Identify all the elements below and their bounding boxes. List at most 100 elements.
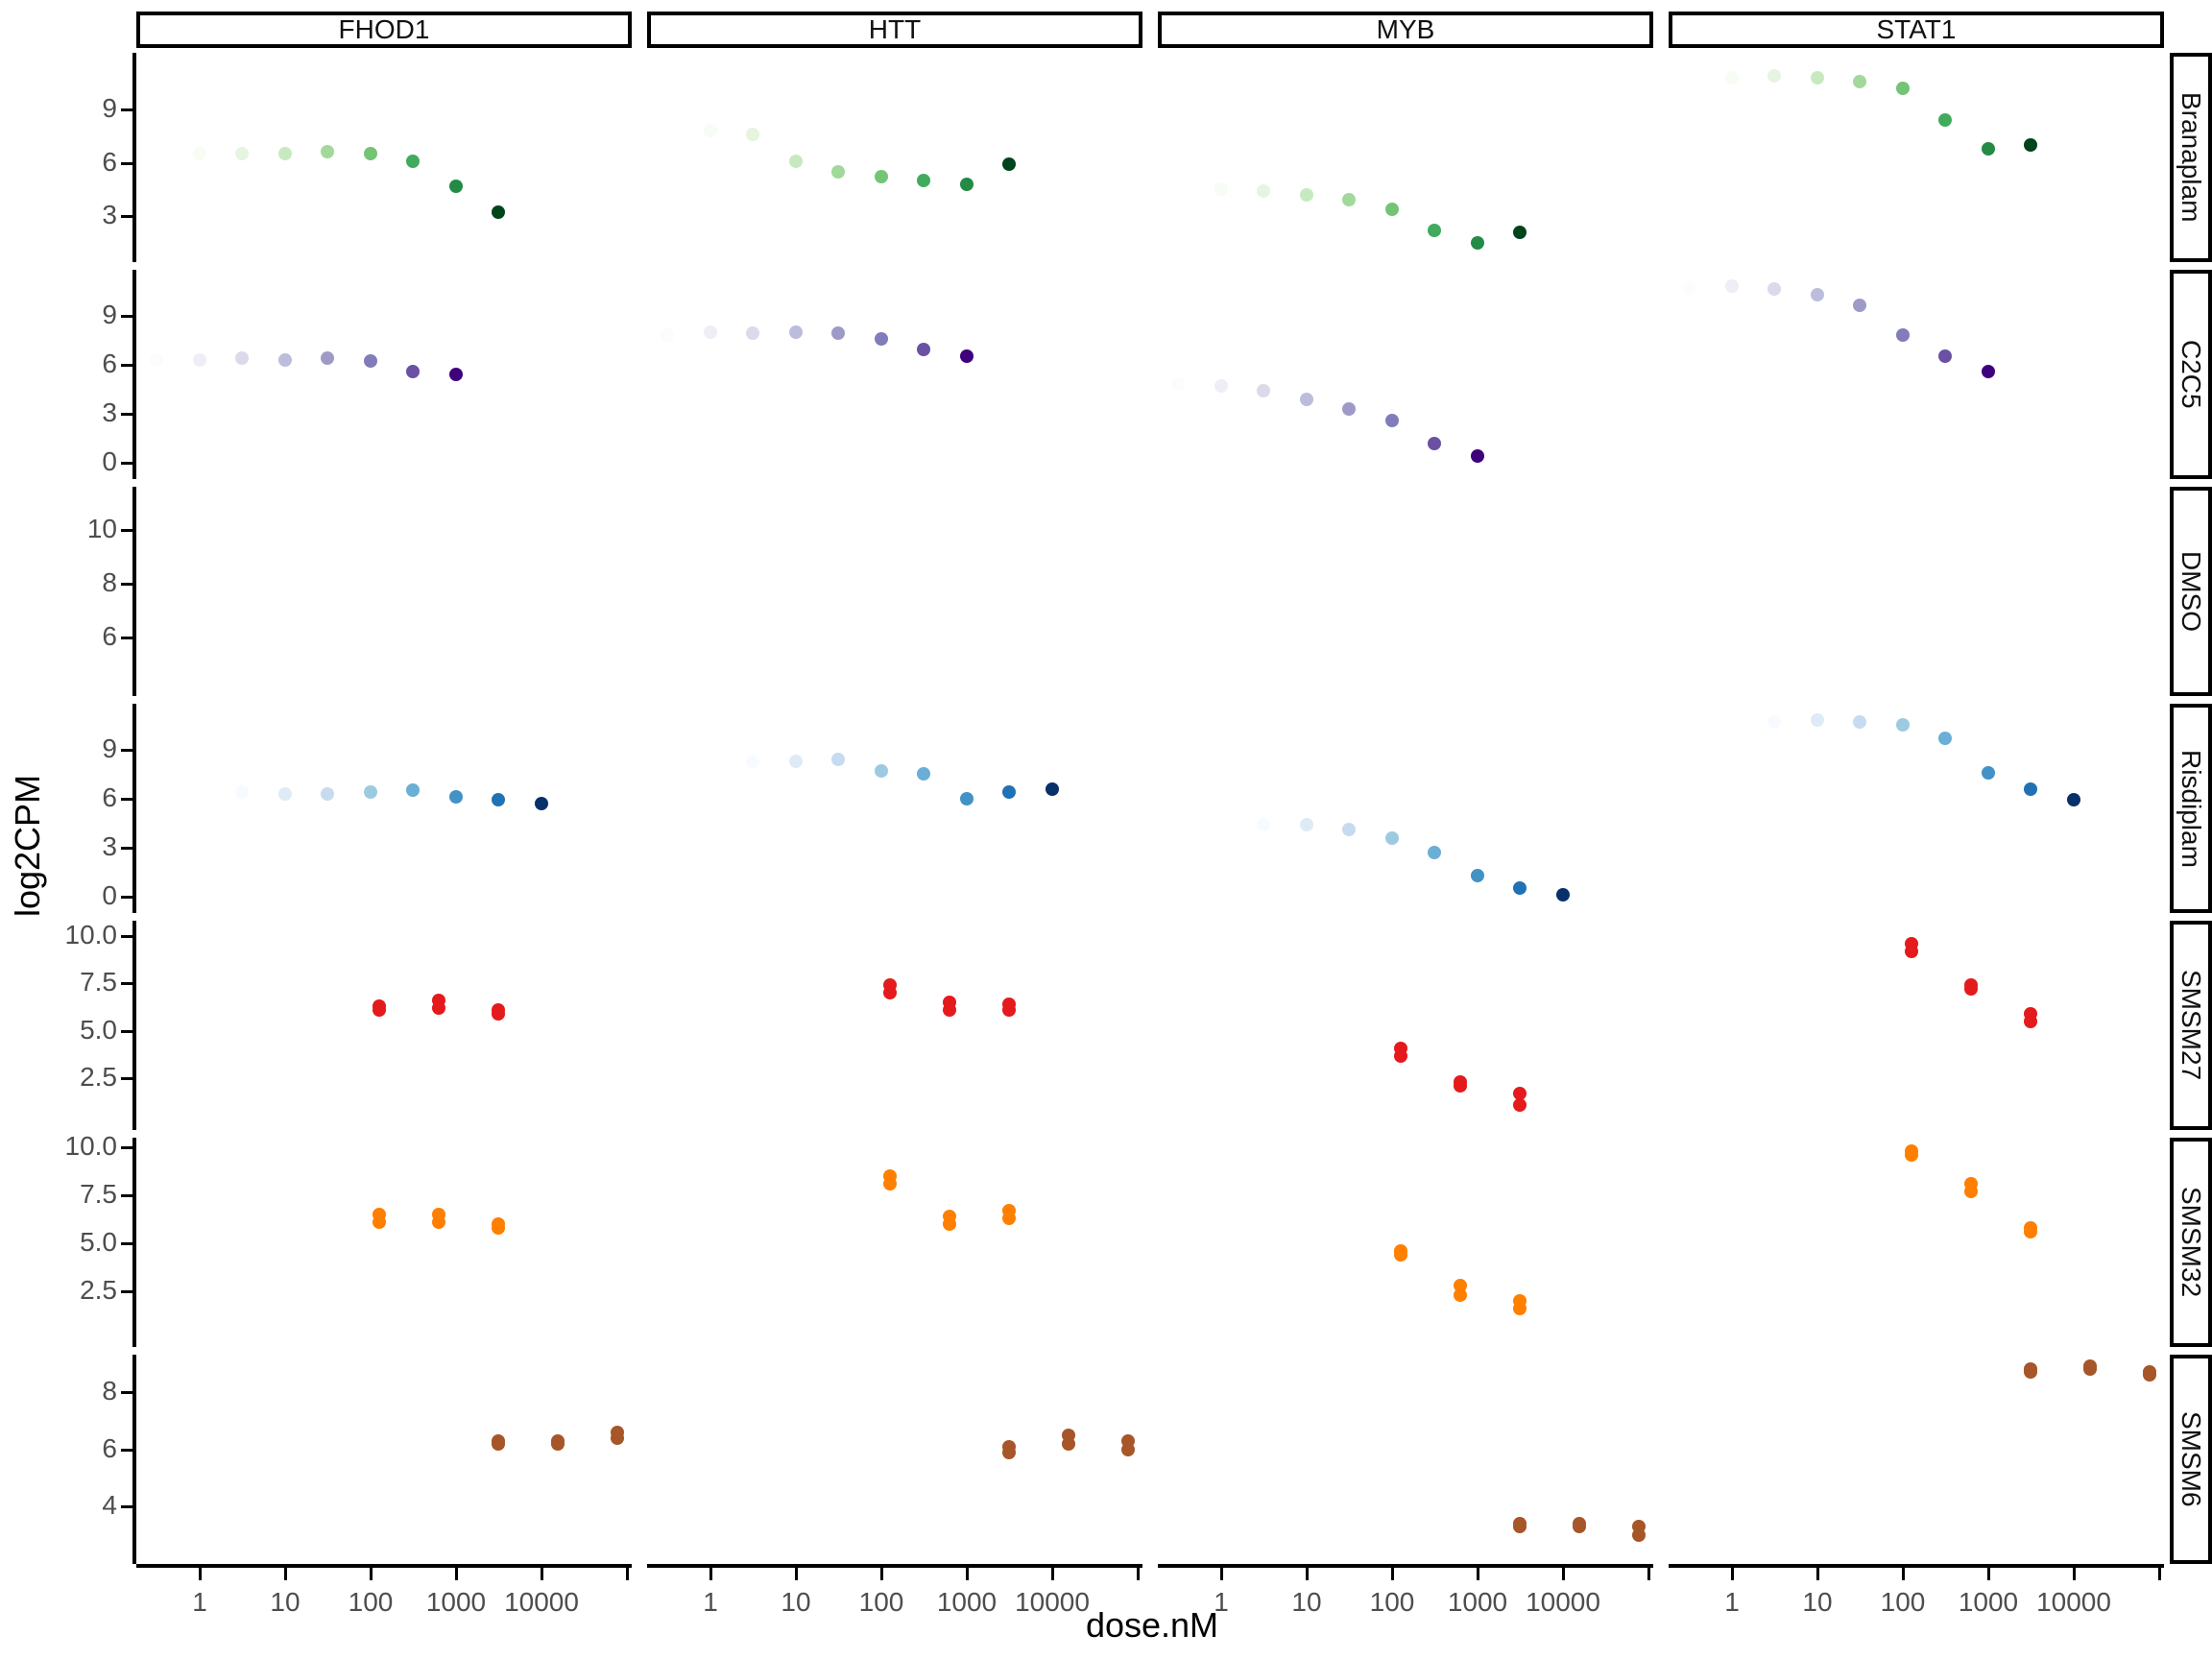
data-point [1257,184,1270,198]
y-axis-tick-label: 0 [40,880,117,911]
x-axis-tick [626,1568,629,1580]
data-point [1905,937,1918,950]
x-axis-tick-label: 10000 [465,1587,618,1618]
data-point [1385,414,1399,427]
facet-row-strip-risdiplam: Risdiplam [2170,704,2212,913]
data-point [1300,393,1313,406]
data-point [883,1169,897,1183]
x-axis-tick [1051,1568,1054,1580]
panel-myb-risdiplam [1158,704,1653,913]
x-axis-tick-label: 10000 [975,1587,1129,1618]
panel-htt-risdiplam [647,704,1142,913]
panel-fhod1-dmso [136,487,632,696]
data-point [960,349,974,363]
data-point [492,793,505,806]
data-point [1573,1517,1586,1530]
data-point [831,165,845,179]
data-point [1938,113,1952,127]
y-axis-tick [121,1505,133,1508]
x-axis-tick [1731,1568,1734,1580]
data-point [1853,715,1866,729]
data-point [1964,978,1978,992]
data-point [746,128,759,141]
panel-stat1-risdiplam [1669,704,2164,913]
y-axis-tick-label: 7.5 [40,967,117,998]
data-point [1682,281,1695,295]
data-point [278,147,292,160]
x-axis-line [647,1564,1142,1568]
x-axis-tick [795,1568,798,1580]
data-point [875,332,888,346]
data-point [1811,713,1824,727]
facet-row-label: Risdiplam [2176,750,2206,868]
facet-column-label: STAT1 [1877,14,1957,45]
data-point [235,785,249,799]
y-axis-tick [121,935,133,938]
data-point [1982,766,1995,780]
data-point [1394,1244,1407,1258]
facet-row-label: SMSM6 [2176,1411,2206,1507]
x-axis-tick [1987,1568,1990,1580]
x-axis-tick [880,1568,883,1580]
y-axis-tick-label: 5.0 [40,1015,117,1046]
data-point [1725,71,1739,84]
data-point [193,147,206,160]
data-point [917,343,930,356]
y-axis-tick-label: 3 [40,200,117,230]
data-point [943,1210,956,1223]
data-point [1428,846,1441,859]
data-point [1002,998,1016,1011]
data-point [1394,1042,1407,1055]
data-point [875,764,888,778]
data-point [1896,82,1910,95]
data-point [1896,328,1910,342]
data-point [1767,69,1781,83]
y-axis-tick-label: 6 [40,621,117,652]
facet-row-strip-dmso: DMSO [2170,487,2212,696]
data-point [492,1217,505,1231]
data-point [1002,1440,1016,1454]
data-point [1214,379,1228,393]
data-point [373,1208,386,1221]
data-point [1002,785,1016,799]
data-point [1811,288,1824,301]
data-point [449,180,463,193]
y-axis-tick [121,1290,133,1293]
x-axis-tick [284,1568,287,1580]
data-point [1767,715,1781,729]
y-axis-tick [121,1449,133,1452]
y-axis-tick [121,1194,133,1197]
data-point [551,1434,565,1448]
panel-fhod1-risdiplam [136,704,632,913]
x-axis-tick [2158,1568,2161,1580]
data-point [1300,818,1313,831]
panel-htt-branaplam [647,53,1142,262]
y-axis-tick-label: 9 [40,300,117,330]
facet-row-label: SMSM32 [2176,1187,2206,1297]
data-point [1767,282,1781,296]
data-point [2024,1007,2037,1021]
data-point [1428,224,1441,237]
y-axis-tick-label: 4 [40,1490,117,1521]
data-point [883,978,897,992]
y-axis-tick-label: 3 [40,397,117,428]
panel-myb-smsm32 [1158,1138,1653,1347]
data-point [789,155,803,168]
data-point [1632,1520,1646,1533]
facet-column-label: MYB [1377,14,1435,45]
data-point [1257,384,1270,397]
facet-column-strip-fhod1: FHOD1 [136,12,632,48]
facet-row-strip-smsm27: SMSM27 [2170,921,2212,1130]
data-point [449,790,463,804]
y-axis-tick-label: 9 [40,733,117,764]
panel-stat1-c2c5 [1669,270,2164,479]
x-axis-tick-label: 10000 [1486,1587,1640,1618]
data-point [321,351,334,365]
data-point [406,365,420,378]
data-point [1905,1144,1918,1158]
panel-myb-c2c5 [1158,270,1653,479]
data-point [150,353,163,367]
data-point [704,124,717,137]
panel-stat1-smsm6 [1669,1355,2164,1564]
data-point [1385,831,1399,845]
